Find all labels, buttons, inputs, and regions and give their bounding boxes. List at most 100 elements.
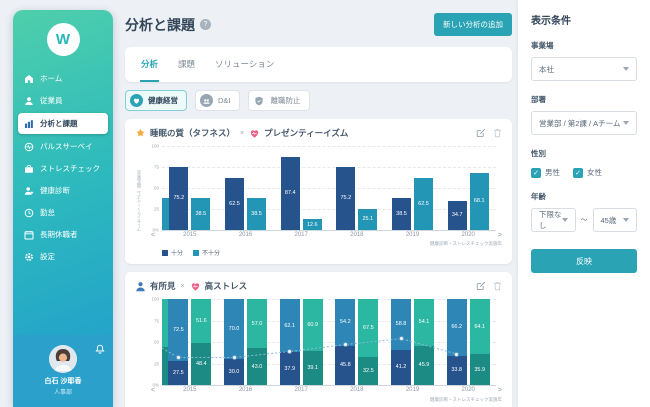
bar-segment-top: 57.0 — [247, 299, 267, 348]
bar-value-label: 51.6 — [196, 318, 207, 324]
bar-value-label: 70.0 — [229, 326, 240, 332]
badge-icon — [135, 128, 146, 139]
age-min-select[interactable]: 下限なし — [531, 208, 576, 232]
bar-value-label: 75.2 — [340, 195, 351, 201]
plot-area: 1007550250%72.527.551.648.470.030.057.04… — [162, 299, 496, 386]
line-marker — [343, 342, 348, 347]
bar-segment-bottom: 39.1 — [303, 351, 323, 385]
age-max-select[interactable]: 45歳 — [593, 208, 638, 232]
legend-item: 十分 — [162, 248, 183, 257]
gender-checkbox-1[interactable]: ✓女性 — [573, 167, 602, 178]
sidebar-item-home[interactable]: ホーム — [18, 69, 108, 88]
site-select[interactable]: 本社 — [531, 57, 637, 81]
settings-icon — [24, 252, 34, 262]
bar-group: 87.412.6 — [273, 146, 329, 230]
x-axis-labels: 201520162017201820192020 — [162, 387, 496, 393]
app-root: W ホーム従業員分析と課題パルスサーベイストレスチェック健康診断勤怠長期休職者設… — [0, 0, 650, 407]
user-avatar[interactable] — [49, 345, 77, 373]
page-header: 分析と課題 ? 新しい分析の追加 — [125, 13, 512, 36]
heart-pulse-icon — [249, 128, 260, 139]
chip-1[interactable]: D&I — [195, 90, 240, 111]
checkmark-icon: ✓ — [531, 168, 541, 178]
bar-value-label: 75.2 — [173, 195, 184, 201]
help-icon[interactable]: ? — [200, 19, 211, 30]
bar-group: 66.233.864.135.9 — [440, 299, 496, 385]
line-marker — [454, 352, 459, 357]
tab-0[interactable]: 分析 — [140, 58, 159, 82]
bar-group: 58.841.254.145.9 — [385, 299, 441, 385]
sidebar-item-label: 分析と課題 — [40, 118, 78, 129]
sidebar-item-label: ストレスチェック — [40, 163, 100, 174]
bar-value-label: 62.1 — [284, 323, 295, 329]
department-select[interactable]: 営業部 / 第2課 / Aチーム — [531, 111, 637, 135]
tab-1[interactable]: 課題 — [177, 58, 196, 82]
carousel-next-button[interactable]: > — [498, 232, 502, 239]
card-actions — [476, 281, 502, 291]
shield-icon — [253, 94, 266, 107]
card-title-row: 有所見 × 高ストレス — [135, 280, 502, 292]
app-logo: W — [47, 23, 80, 56]
bar: 87.4 — [281, 157, 300, 230]
bar-group: 70.030.057.043.0 — [218, 299, 274, 385]
site-select-value: 本社 — [539, 64, 554, 75]
carousel-prev-button[interactable]: < — [151, 232, 155, 239]
add-analysis-button[interactable]: 新しい分析の追加 — [434, 13, 512, 36]
bar-value-label: 38.5 — [396, 211, 407, 217]
bar: 75.2 — [169, 167, 188, 230]
bar-value-label: 41.2 — [396, 364, 407, 370]
pulse-survey-icon — [24, 142, 34, 152]
category-chips: 健康経営 D&I 離職防止 — [125, 90, 512, 111]
y-tick-label: 75 — [154, 318, 159, 323]
edit-chart-button[interactable] — [476, 128, 486, 138]
y-tick-label: 100 — [151, 297, 159, 302]
x-tick-label: 2015 — [162, 232, 218, 238]
bar-value-label: 30.0 — [229, 369, 240, 375]
line-marker — [399, 336, 404, 341]
gender-label: 性別 — [531, 148, 637, 159]
title-separator: × — [240, 130, 244, 137]
tab-2[interactable]: ソリューション — [214, 58, 275, 82]
bar: 25.1 — [358, 209, 377, 230]
chip-2[interactable]: 離職防止 — [248, 90, 310, 111]
bar-value-label: 48.4 — [196, 361, 207, 367]
analysis-card-sleep-presenteeism: 睡眠の質（タフネス） × プレゼンティーイズム 1007550250%75.23… — [125, 119, 512, 264]
y-tick-label: 50 — [154, 186, 159, 191]
y-axis-label: プレゼンティーイズム（損失割合） — [136, 145, 142, 231]
delete-chart-button[interactable] — [493, 128, 502, 138]
bar: 38.5 — [392, 198, 411, 230]
bar-segment-top: 54.1 — [414, 299, 434, 346]
bar: 68.1 — [470, 173, 489, 230]
gender-checkbox-0[interactable]: ✓男性 — [531, 167, 560, 178]
notifications-bell-icon[interactable] — [95, 341, 105, 359]
bar-segment-bottom: 30.0 — [224, 359, 244, 385]
x-tick-label: 2020 — [440, 387, 496, 393]
sidebar-item-health-checkup[interactable]: 健康診断 — [18, 181, 108, 200]
sidebar-item-settings[interactable]: 設定 — [18, 247, 108, 266]
card-title-secondary: 高ストレス — [205, 280, 248, 292]
carousel-next-button[interactable]: > — [498, 387, 502, 394]
sidebar-item-stress-check[interactable]: ストレスチェック — [18, 159, 108, 178]
sidebar-item-long-leave[interactable]: 長期休職者 — [18, 225, 108, 244]
department-label: 部署 — [531, 94, 637, 105]
apply-button[interactable]: 反映 — [531, 249, 637, 273]
bar-value-label: 38.5 — [251, 211, 262, 217]
chevron-down-icon — [623, 218, 629, 222]
carousel-prev-button[interactable]: < — [151, 387, 155, 394]
stacked-bar: 66.233.8 — [447, 299, 467, 385]
x-tick-label: 2017 — [273, 387, 329, 393]
stacked-bar: 54.145.9 — [414, 299, 434, 385]
chip-0[interactable]: 健康経営 — [125, 90, 187, 111]
bar-value-label: 37.9 — [284, 366, 295, 372]
delete-chart-button[interactable] — [493, 281, 502, 291]
bar-segment-top: 51.6 — [191, 299, 211, 343]
sidebar-item-label: ホーム — [40, 73, 62, 84]
sidebar-item-pulse-survey[interactable]: パルスサーベイ — [18, 137, 108, 156]
legend-item: 不十分 — [193, 248, 220, 257]
edit-chart-button[interactable] — [476, 281, 486, 291]
bar-group: 72.527.551.648.4 — [162, 299, 218, 385]
heart-pulse-icon — [190, 281, 201, 292]
line-marker — [232, 355, 237, 360]
sidebar-item-analysis[interactable]: 分析と課題 — [18, 113, 108, 134]
sidebar-item-attendance[interactable]: 勤怠 — [18, 203, 108, 222]
sidebar-item-employees[interactable]: 従業員 — [18, 91, 108, 110]
